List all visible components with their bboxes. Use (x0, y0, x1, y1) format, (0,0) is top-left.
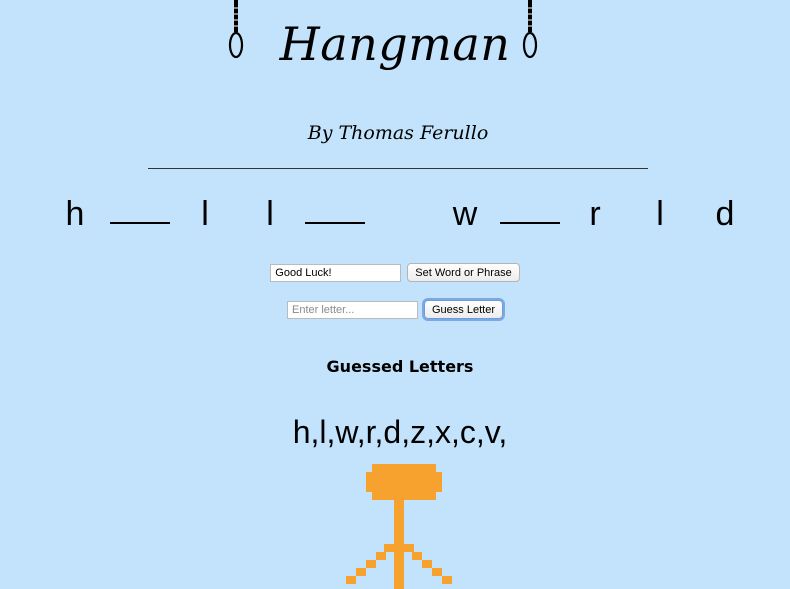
guessed-letters-list: h,l,w,r,d,z,x,c,v, (292, 414, 508, 450)
figure-arm (422, 560, 432, 568)
figure-arm (404, 544, 414, 552)
letter-blank (110, 222, 170, 224)
set-word-button[interactable]: Set Word or Phrase (407, 263, 520, 282)
revealed-letter: r (589, 195, 601, 233)
revealed-letter: w (452, 195, 478, 233)
figure-arm (346, 576, 356, 584)
revealed-letter: l (266, 195, 274, 233)
guess-letter-button[interactable]: Guess Letter (424, 300, 503, 319)
set-word-row: Set Word or Phrase (0, 263, 790, 282)
letter-blank (500, 222, 560, 224)
guessed-letters-heading: Guessed Letters (326, 357, 474, 376)
guess-row: Guess Letter (0, 300, 790, 319)
figure-arm (366, 560, 376, 568)
revealed-letter: l (201, 195, 209, 233)
figure-arm (432, 568, 442, 576)
hangman-figure (346, 464, 452, 589)
page-title: Hangman (279, 17, 511, 71)
word-display: hllwrld (0, 192, 790, 238)
author-byline: By Thomas Ferullo (307, 122, 489, 144)
noose-icon-right (522, 0, 538, 59)
figure-arm (376, 552, 386, 560)
letter-blank (305, 222, 365, 224)
figure-head (366, 472, 442, 492)
letter-input[interactable] (287, 300, 418, 319)
figure-arm (412, 552, 422, 560)
revealed-letter: h (65, 195, 85, 233)
figure-arm (356, 568, 366, 576)
figure-arm (442, 576, 452, 584)
divider (148, 168, 648, 169)
figure-arm (384, 544, 394, 552)
revealed-letter: d (715, 195, 735, 233)
revealed-letter: l (656, 195, 664, 233)
phrase-input[interactable] (270, 263, 402, 282)
figure-body (394, 500, 404, 589)
